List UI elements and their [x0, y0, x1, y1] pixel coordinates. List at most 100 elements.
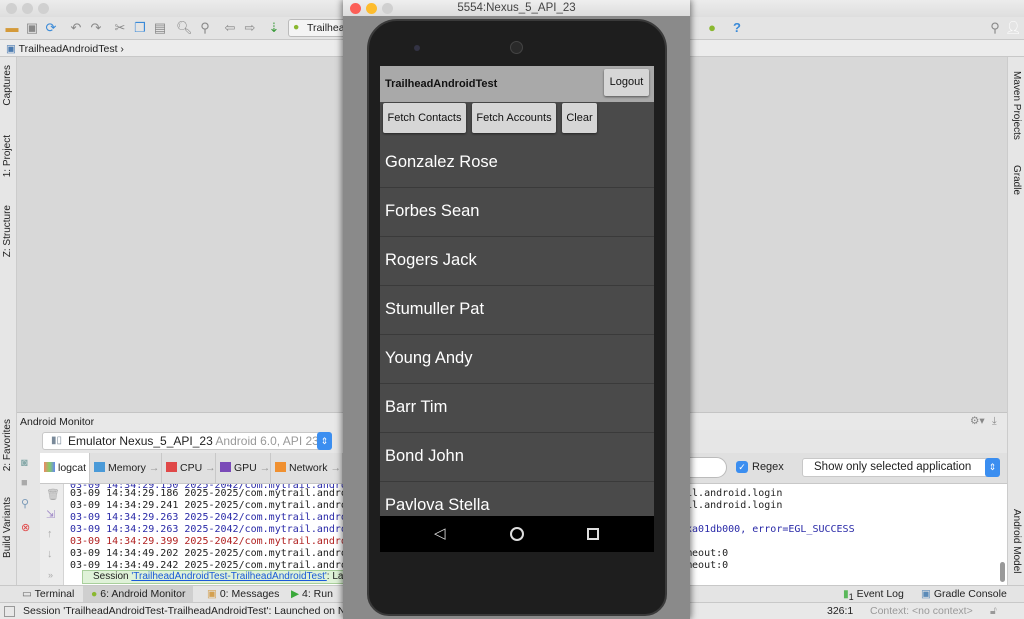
- contact-list-item[interactable]: Barr Tim: [380, 384, 654, 433]
- contact-list-item[interactable]: Rogers Jack: [380, 237, 654, 286]
- sync-icon[interactable]: ⟳: [43, 20, 59, 36]
- replace-icon[interactable]: ⚲: [197, 20, 213, 36]
- undo-icon[interactable]: ↶: [68, 20, 84, 36]
- user-icon[interactable]: 👤︎: [1005, 20, 1022, 36]
- tab-memory[interactable]: Memory →: [90, 453, 162, 483]
- tab-label: Network: [289, 462, 328, 474]
- event-count: 1: [848, 592, 854, 603]
- minimize-button[interactable]: [22, 3, 33, 14]
- right-tool-strip: Maven Projects Gradle Android Model: [1007, 57, 1024, 585]
- tool-messages[interactable]: ▣ 0: Messages: [207, 588, 279, 600]
- search-everywhere-icon[interactable]: ⚲: [987, 20, 1003, 36]
- system-info-icon[interactable]: ⚲: [21, 497, 29, 510]
- zoom-button[interactable]: [38, 3, 49, 14]
- zoom-button[interactable]: [382, 3, 393, 14]
- log-line: 03-09 14:34:29.241 2025-2025/com.mytrail…: [70, 500, 359, 511]
- settings-gear-icon[interactable]: ⚙▾: [970, 415, 985, 427]
- log-scrollbar[interactable]: [1000, 562, 1005, 582]
- tab-gpu[interactable]: GPU →: [216, 453, 271, 483]
- back-icon[interactable]: ◁: [434, 524, 446, 542]
- tab-label: GPU: [234, 462, 257, 474]
- tool-label: Event Log: [856, 588, 904, 600]
- breadcrumb-project: TrailheadAndroidTest: [18, 43, 118, 55]
- network-icon: [275, 462, 286, 472]
- help-icon[interactable]: ?: [729, 20, 745, 36]
- tab-maven-projects[interactable]: Maven Projects: [1011, 71, 1022, 140]
- tab-logcat[interactable]: logcat: [40, 453, 90, 483]
- save-icon[interactable]: ▣: [24, 20, 40, 36]
- open-folder-icon[interactable]: ▬: [4, 20, 20, 36]
- screenshot-icon[interactable]: ◙: [21, 457, 28, 469]
- tool-label: Gradle Console: [933, 588, 1007, 600]
- screen-record-icon[interactable]: ■: [21, 477, 28, 489]
- tool-label: 6: Android Monitor: [100, 588, 186, 600]
- tab-label: CPU: [180, 462, 203, 474]
- tool-event-log[interactable]: ▮1 Event Log: [843, 588, 904, 602]
- home-icon[interactable]: [510, 527, 524, 541]
- terminate-icon[interactable]: ⊗: [21, 521, 30, 534]
- device-detail: Android 6.0, API 23: [215, 434, 319, 448]
- regex-checkbox[interactable]: ✓: [736, 461, 748, 473]
- caret-position[interactable]: 326:1: [827, 605, 853, 617]
- hide-panel-icon[interactable]: ⤓: [992, 415, 997, 428]
- fetch-accounts-button[interactable]: Fetch Accounts: [472, 103, 556, 133]
- contact-list-item[interactable]: Young Andy: [380, 335, 654, 384]
- cut-icon[interactable]: ✂: [112, 20, 128, 36]
- filter-select[interactable]: Show only selected application ⇕: [802, 458, 1000, 477]
- tool-windows-toggle-icon[interactable]: [4, 606, 15, 617]
- run-config-select[interactable]: ● Trailhead: [288, 19, 348, 37]
- forward-icon[interactable]: ⇨: [242, 20, 258, 36]
- close-button[interactable]: [350, 3, 361, 14]
- log-line: 03-09 14:34:29.263 2025-2042/com.mytrail…: [70, 524, 359, 535]
- tab-android-model[interactable]: Android Model: [1011, 509, 1022, 573]
- emulator-title-bar: 5554:Nexus_5_API_23: [343, 0, 690, 16]
- tab-structure[interactable]: Z: Structure: [2, 205, 13, 257]
- find-icon[interactable]: 🔍︎: [176, 20, 193, 36]
- monitor-side-toolbar: ◙ ■ ⚲ ⊗: [17, 455, 40, 585]
- tool-terminal[interactable]: ▭ Terminal: [22, 588, 74, 600]
- paste-icon[interactable]: ▤: [152, 20, 168, 36]
- contact-list-item[interactable]: Forbes Sean: [380, 188, 654, 237]
- filter-value: Show only selected application: [814, 461, 972, 473]
- fetch-contacts-button[interactable]: Fetch Contacts: [383, 103, 466, 133]
- contact-list-item[interactable]: Bond John: [380, 433, 654, 482]
- more-icon[interactable]: »: [48, 570, 53, 580]
- copy-icon[interactable]: ❐: [132, 20, 148, 36]
- tab-captures[interactable]: Captures: [2, 65, 13, 106]
- clear-log-icon[interactable]: 🗑︎: [46, 488, 60, 501]
- gradle-console-icon: ▣: [921, 588, 934, 600]
- android-nav-bar: ◁: [380, 516, 654, 552]
- close-button[interactable]: [6, 3, 17, 14]
- back-icon[interactable]: ⇦: [222, 20, 238, 36]
- minimize-button[interactable]: [366, 3, 377, 14]
- logcat-icon: [44, 462, 55, 472]
- lock-icon[interactable]: 🔓︎: [990, 605, 997, 618]
- session-link[interactable]: 'TrailheadAndroidTest-TrailheadAndroidTe…: [131, 571, 326, 582]
- log-line: 03-09 14:34:29.399 2025-2042/com.mytrail…: [70, 536, 359, 547]
- tool-gradle-console[interactable]: ▣ Gradle Console: [921, 588, 1007, 600]
- clear-button[interactable]: Clear: [562, 103, 597, 133]
- make-project-icon[interactable]: ⇣: [266, 20, 282, 36]
- contact-list-item[interactable]: Gonzalez Rose: [380, 139, 654, 188]
- device-select[interactable]: ▮▯ Emulator Nexus_5_API_23 Android 6.0, …: [42, 432, 332, 450]
- scroll-to-end-icon[interactable]: ⇲: [46, 508, 55, 521]
- redo-icon[interactable]: ↷: [88, 20, 104, 36]
- down-arrow-icon[interactable]: ↓: [47, 548, 53, 560]
- log-line-tail: 0xa01db000, error=EGL_SUCCESS: [680, 524, 855, 535]
- regex-label: Regex: [752, 461, 784, 473]
- tab-favorites[interactable]: 2: Favorites: [2, 419, 13, 471]
- avd-manager-icon[interactable]: ●: [704, 20, 720, 36]
- breadcrumb[interactable]: ▣ TrailheadAndroidTest ›: [6, 43, 124, 55]
- context-indicator[interactable]: Context: <no context>: [870, 605, 973, 617]
- recents-icon[interactable]: [587, 528, 599, 540]
- tab-project[interactable]: 1: Project: [2, 135, 13, 177]
- tab-gradle[interactable]: Gradle: [1011, 165, 1022, 195]
- tab-cpu[interactable]: CPU →: [162, 453, 216, 483]
- tool-android-monitor[interactable]: ● 6: Android Monitor: [83, 586, 194, 602]
- tool-run[interactable]: ▶ 4: Run: [291, 588, 333, 600]
- tab-network[interactable]: Network →: [271, 453, 343, 483]
- up-arrow-icon[interactable]: ↑: [47, 528, 53, 540]
- contact-list-item[interactable]: Stumuller Pat: [380, 286, 654, 335]
- tab-build-variants[interactable]: Build Variants: [2, 497, 13, 558]
- logout-button[interactable]: Logout: [604, 69, 649, 96]
